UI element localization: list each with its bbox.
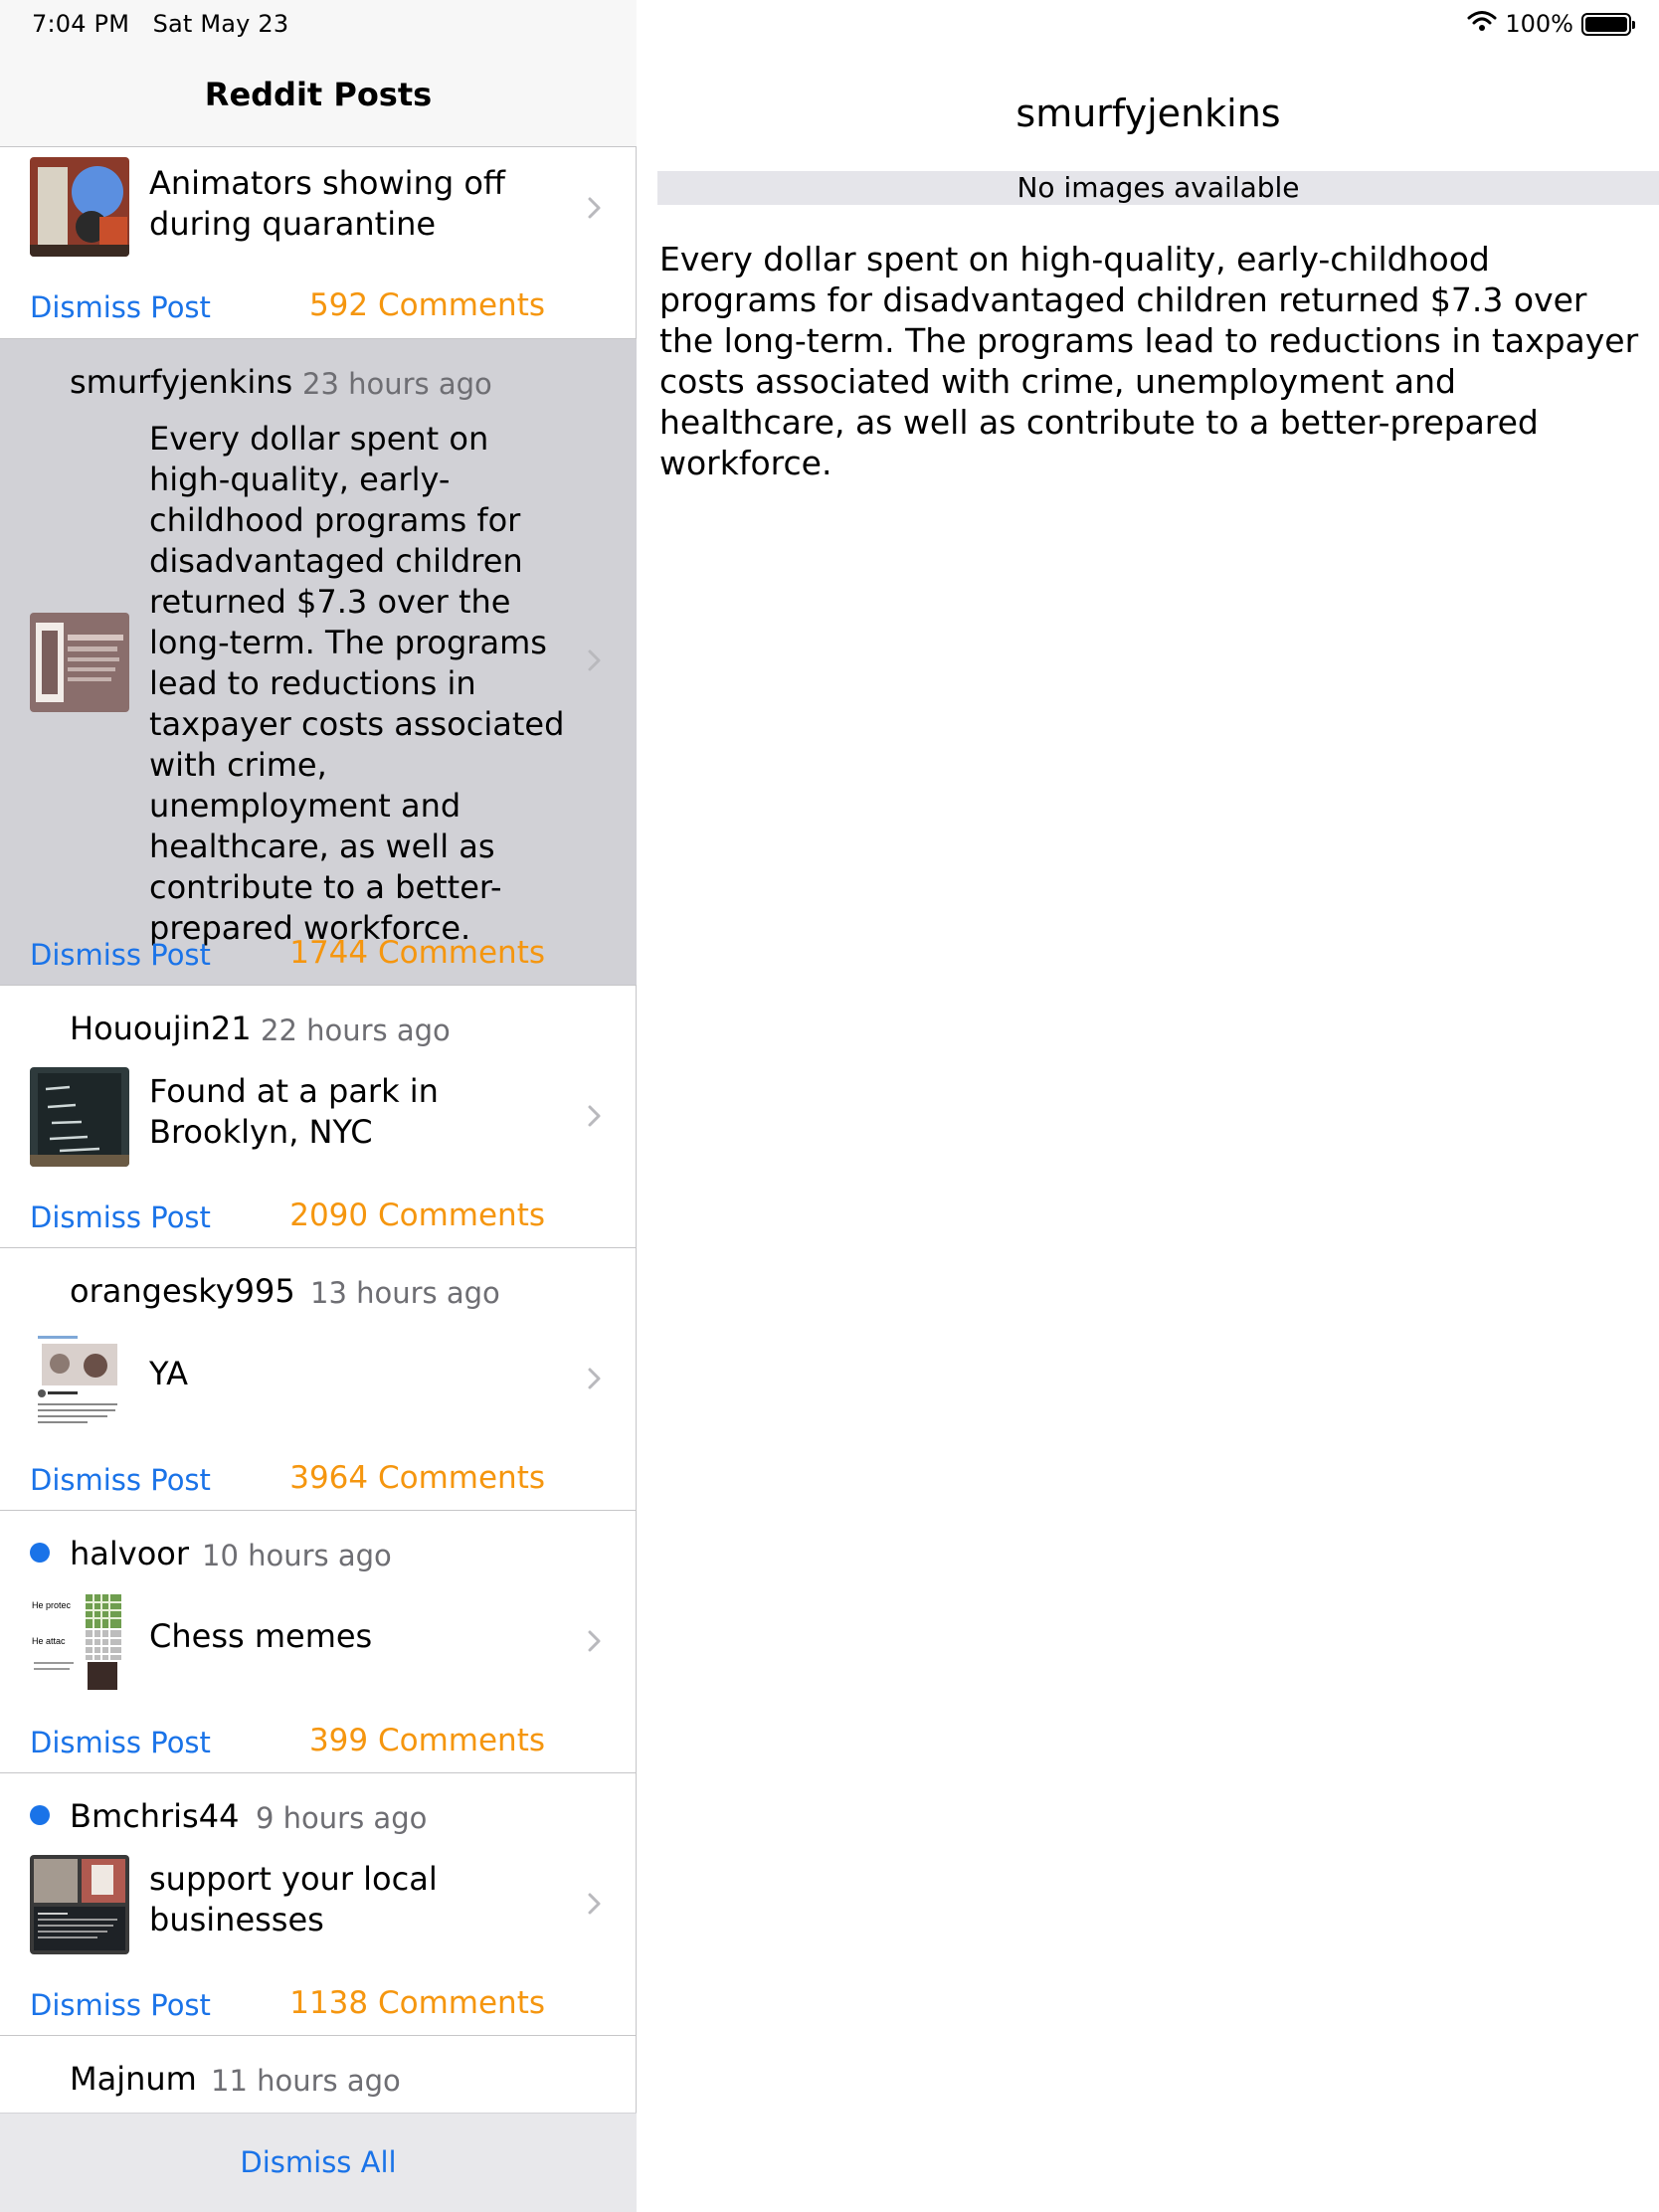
dismiss-post-button[interactable]: Dismiss Post bbox=[30, 1463, 211, 1497]
chevron-right-icon bbox=[585, 1626, 609, 1656]
thumbnail-caption: He protec bbox=[32, 1600, 72, 1610]
status-indicators: 100% bbox=[1467, 10, 1635, 38]
post-header: Majnum 11 hours ago bbox=[0, 2036, 637, 2106]
master-pane: Reddit Posts Animators showing off durin… bbox=[0, 0, 637, 2212]
post-header: orangesky995 13 hours ago bbox=[0, 1248, 637, 1318]
post-author: orangesky995 bbox=[70, 1272, 295, 1310]
comments-count: 2090 Comments bbox=[289, 1198, 545, 1233]
toolbar: Dismiss All bbox=[0, 2113, 637, 2212]
post-title: Found at a park in Brooklyn, NYC bbox=[149, 1072, 439, 1151]
comments-count: 399 Comments bbox=[308, 1723, 545, 1758]
post-cell[interactable]: Hououjin21 22 hours ago Found at a park … bbox=[0, 986, 637, 1248]
post-time: 23 hours ago bbox=[302, 367, 492, 401]
post-author: Majnum bbox=[70, 2060, 197, 2098]
post-thumbnail bbox=[30, 1330, 129, 1429]
post-thumbnail: He protec He attac bbox=[30, 1592, 129, 1692]
dismiss-post-button[interactable]: Dismiss Post bbox=[30, 1726, 211, 1759]
wifi-icon bbox=[1467, 10, 1497, 38]
post-title: Every dollar spent on high-quality, earl… bbox=[149, 420, 565, 947]
detail-author-title: smurfyjenkins bbox=[1015, 92, 1281, 135]
post-cell-selected[interactable]: smurfyjenkins 23 hours ago Every dollar … bbox=[0, 339, 637, 986]
thumbnail-caption: He attac bbox=[32, 1636, 66, 1646]
post-cell[interactable]: halvoor 10 hours ago He protec He attac bbox=[0, 1511, 637, 1773]
post-author: Bmchris44 bbox=[70, 1797, 240, 1835]
post-title: YA bbox=[149, 1355, 188, 1392]
dismiss-post-button[interactable]: Dismiss Post bbox=[30, 290, 211, 324]
detail-post-body: Every dollar spent on high-quality, earl… bbox=[659, 240, 1639, 482]
comments-count: 3964 Comments bbox=[289, 1460, 545, 1496]
no-images-label: No images available bbox=[657, 171, 1659, 205]
post-author: smurfyjenkins bbox=[70, 363, 293, 401]
post-thumbnail bbox=[30, 1855, 129, 1954]
post-time: 22 hours ago bbox=[261, 1014, 451, 1047]
post-thumbnail bbox=[30, 613, 129, 712]
dismiss-post-button[interactable]: Dismiss Post bbox=[30, 1200, 211, 1234]
post-header: Hououjin21 22 hours ago bbox=[0, 986, 637, 1055]
comments-count: 1744 Comments bbox=[289, 935, 545, 971]
post-header: halvoor 10 hours ago bbox=[0, 1511, 637, 1580]
post-author: Hououjin21 bbox=[70, 1010, 252, 1047]
status-bar: 7:04 PM Sat May 23 100% bbox=[0, 0, 1659, 50]
post-list[interactable]: Animators showing off during quarantine … bbox=[0, 147, 637, 2113]
post-title: Chess memes bbox=[149, 1617, 373, 1655]
post-header: smurfyjenkins 23 hours ago bbox=[0, 339, 637, 409]
post-cell[interactable]: Animators showing off during quarantine … bbox=[0, 147, 637, 339]
chevron-right-icon bbox=[585, 645, 609, 675]
status-time: 7:04 PM Sat May 23 bbox=[32, 10, 289, 38]
post-cell[interactable]: orangesky995 13 hours ago YA Dismiss Pos… bbox=[0, 1248, 637, 1511]
chevron-right-icon bbox=[585, 1889, 609, 1919]
post-time: 11 hours ago bbox=[211, 2064, 401, 2098]
dismiss-post-button[interactable]: Dismiss Post bbox=[30, 938, 211, 972]
post-author: halvoor bbox=[70, 1535, 190, 1572]
comments-count: 592 Comments bbox=[308, 287, 545, 323]
battery-icon bbox=[1581, 12, 1635, 36]
battery-percent: 100% bbox=[1505, 10, 1573, 38]
post-title: Animators showing off during quarantine bbox=[149, 164, 505, 243]
chevron-right-icon bbox=[585, 193, 609, 223]
dismiss-post-button[interactable]: Dismiss Post bbox=[30, 1988, 211, 2022]
nav-title: Reddit Posts bbox=[204, 76, 433, 113]
dismiss-all-button[interactable]: Dismiss All bbox=[0, 2145, 637, 2179]
post-time: 10 hours ago bbox=[202, 1539, 392, 1572]
chevron-right-icon bbox=[585, 1364, 609, 1393]
post-header: Bmchris44 9 hours ago bbox=[0, 1773, 637, 1843]
post-time: 9 hours ago bbox=[256, 1801, 428, 1835]
post-title: support your local businesses bbox=[149, 1860, 438, 1938]
post-thumbnail bbox=[30, 1067, 129, 1167]
post-cell[interactable]: Majnum 11 hours ago bbox=[0, 2036, 637, 2113]
unread-dot-icon bbox=[30, 1543, 50, 1563]
detail-pane: smurfyjenkins No images available Every … bbox=[638, 0, 1659, 2212]
post-cell[interactable]: Bmchris44 9 hours ago support your local… bbox=[0, 1773, 637, 2036]
chevron-right-icon bbox=[585, 1101, 609, 1131]
comments-count: 1138 Comments bbox=[289, 1985, 545, 2021]
unread-dot-icon bbox=[30, 1805, 50, 1825]
post-time: 13 hours ago bbox=[310, 1276, 500, 1310]
post-thumbnail bbox=[30, 157, 129, 257]
